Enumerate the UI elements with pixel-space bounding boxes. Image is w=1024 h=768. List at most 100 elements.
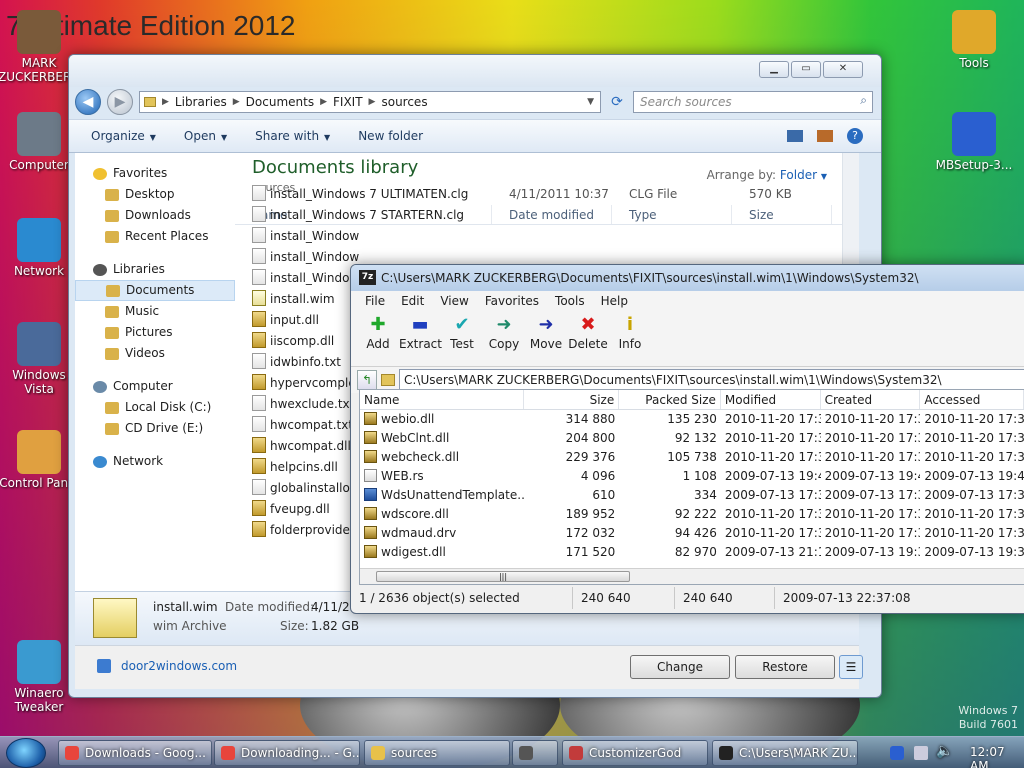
arrange-value[interactable]: Folder	[780, 168, 817, 182]
command-share-with[interactable]: Share with ▼	[255, 129, 330, 143]
menu-tools[interactable]: Tools	[555, 291, 585, 311]
archive-row[interactable]: WdsUnattendTemplate.... 610 334 2009-07-13 …	[360, 486, 1024, 505]
breadcrumb-separator-icon[interactable]: ▶	[162, 97, 169, 107]
menu-button[interactable]: ☰	[839, 655, 863, 679]
breadcrumb-separator-icon[interactable]: ▶	[233, 97, 240, 107]
column-header[interactable]: Packed Size	[619, 390, 721, 409]
nav-group-network[interactable]: Network	[75, 451, 235, 472]
close-button[interactable]: ✕	[823, 61, 863, 78]
forward-button[interactable]: ▶	[107, 89, 133, 115]
restore-button[interactable]: Restore	[735, 655, 835, 679]
nav-group-libraries[interactable]: Libraries	[75, 259, 235, 280]
preview-pane-icon[interactable]	[817, 130, 833, 142]
nav-item[interactable]: Videos	[75, 343, 235, 364]
nav-item[interactable]: Local Disk (C:)	[75, 397, 235, 418]
horizontal-scrollbar[interactable]: |||	[360, 568, 1024, 584]
taskbar-button[interactable]	[512, 740, 558, 766]
7zip-title-bar[interactable]: 7z C:\Users\MARK ZUCKERBERG\Documents\FI…	[351, 265, 1024, 291]
nav-item[interactable]: Pictures	[75, 322, 235, 343]
extract-button[interactable]: ▬ Extract	[399, 311, 442, 366]
menu-help[interactable]: Help	[601, 291, 628, 311]
archive-row[interactable]: wdscore.dll 189 952 92 222 2010-11-20 17:30…	[360, 505, 1024, 524]
nav-group-icon	[93, 455, 107, 468]
nav-item[interactable]: Downloads	[75, 205, 235, 226]
minimize-button[interactable]: ▁	[759, 61, 789, 78]
help-icon[interactable]: ?	[847, 128, 863, 144]
column-header[interactable]: Accessed	[920, 390, 1024, 409]
command-new-folder[interactable]: New folder	[358, 129, 423, 143]
file-row[interactable]: install_Windows 7 STARTERN.clg	[235, 205, 855, 226]
breadcrumb-separator-icon[interactable]: ▶	[320, 97, 327, 107]
test-button[interactable]: ✔ Test	[441, 311, 483, 366]
menu-file[interactable]: File	[365, 291, 385, 311]
breadcrumb-item[interactable]: FIXIT	[333, 95, 363, 109]
column-header[interactable]: Size	[524, 390, 620, 409]
menu-view[interactable]: View	[440, 291, 468, 311]
back-button[interactable]: ◀	[75, 89, 101, 115]
info-button[interactable]: i Info	[609, 311, 651, 366]
command-open[interactable]: Open ▼	[184, 129, 227, 143]
menu-favorites[interactable]: Favorites	[485, 291, 539, 311]
view-options-icon[interactable]	[787, 130, 803, 142]
7zip-path-field[interactable]: C:\Users\MARK ZUCKERBERG\Documents\FIXIT…	[399, 369, 1024, 391]
breadcrumb-item[interactable]: Libraries	[175, 95, 227, 109]
nav-group-computer[interactable]: Computer	[75, 376, 235, 397]
column-header[interactable]: Name	[360, 390, 524, 409]
archive-accessed-cell: 2010-11-20 17:30	[924, 412, 1024, 426]
explorer-title-bar[interactable]: ▁ ▭ ✕	[69, 55, 881, 87]
copy-button[interactable]: ➜ Copy	[483, 311, 525, 366]
windows-watermark: Windows 7 Build 7601	[958, 704, 1018, 732]
clock[interactable]: 12:07 AM	[970, 745, 1024, 768]
taskbar-button[interactable]: C:\Users\MARK ZU...	[712, 740, 858, 766]
volume-icon[interactable]: 🔈	[936, 743, 953, 759]
search-icon[interactable]: ⌕	[860, 93, 867, 108]
up-folder-icon[interactable]: ↰	[357, 370, 377, 390]
chevron-down-icon: ▼	[324, 133, 331, 142]
nav-item[interactable]: Desktop	[75, 184, 235, 205]
archive-row[interactable]: webio.dll314 880135 2302010-11-20 17:302…	[360, 410, 1024, 429]
refresh-icon[interactable]: ⟳	[607, 94, 627, 110]
taskbar-button[interactable]: CustomizerGod	[562, 740, 708, 766]
desktop-icon[interactable]: Tools	[933, 10, 1015, 70]
file-row[interactable]: install_Window	[235, 226, 855, 247]
change-button[interactable]: Change	[630, 655, 730, 679]
footer-link[interactable]: door2windows.com	[121, 659, 237, 673]
chevron-down-icon[interactable]: ▼	[587, 97, 600, 107]
add-button[interactable]: ✚ Add	[357, 311, 399, 366]
menu-edit[interactable]: Edit	[401, 291, 424, 311]
network-tray-icon[interactable]	[914, 746, 928, 760]
arrange-by[interactable]: Arrange by: Folder ▼	[707, 168, 827, 182]
taskbar-button[interactable]: Downloading... - G...	[214, 740, 360, 766]
move-button[interactable]: ➜ Move	[525, 311, 567, 366]
archive-row[interactable]: wdigest.dll 171 520 82 970 2009-07-13 21:16…	[360, 543, 1024, 562]
breadcrumb-item[interactable]: sources	[381, 95, 427, 109]
desktop-icon[interactable]: MBSetup-3...	[933, 112, 1015, 172]
nav-item[interactable]: CD Drive (E:)	[75, 418, 235, 439]
maximize-button[interactable]: ▭	[791, 61, 821, 78]
archive-row[interactable]: WebClnt.dll 204 800 92 132 2010-11-20 17:31…	[360, 429, 1024, 448]
archive-row[interactable]: wdmaud.drv172 03294 4262010-11-20 17:312…	[360, 524, 1024, 543]
breadcrumb-item[interactable]: Documents	[246, 95, 314, 109]
start-button[interactable]	[6, 738, 46, 768]
nav-group-favorites[interactable]: Favorites	[75, 163, 235, 184]
nav-item[interactable]: Documents	[75, 280, 235, 301]
archive-size-cell: 171 520	[565, 545, 616, 559]
archive-row[interactable]: webcheck.dll 229 376 105 738 2010-11-20 17:…	[360, 448, 1024, 467]
nav-item[interactable]: Recent Places	[75, 226, 235, 247]
taskbar-button[interactable]: sources	[364, 740, 510, 766]
malwarebytes-tray-icon[interactable]	[890, 746, 904, 760]
delete-button[interactable]: ✖ Delete	[567, 311, 609, 366]
column-header[interactable]: Created	[821, 390, 921, 409]
file-row[interactable]: install_Windows 7 ULTIMATEN.clg 4/11/2011…	[235, 184, 855, 205]
archive-packed-cell: 1 108	[682, 469, 717, 483]
scrollbar-thumb[interactable]: |||	[376, 571, 630, 582]
address-bar[interactable]: ▶ Libraries ▶ Documents ▶ FIXIT ▶ sources ▼	[139, 91, 601, 113]
taskbar-button[interactable]: Downloads - Goog...	[58, 740, 212, 766]
breadcrumb-separator-icon[interactable]: ▶	[369, 97, 376, 107]
archive-row[interactable]: WEB.rs4 0961 1082009-07-13 19:402009-07-…	[360, 467, 1024, 486]
command-organize[interactable]: Organize ▼	[91, 129, 156, 143]
column-header[interactable]: Modified	[721, 390, 821, 409]
search-input[interactable]: Search sources ⌕	[633, 91, 873, 113]
nav-item[interactable]: Music	[75, 301, 235, 322]
file-date-cell	[492, 226, 612, 247]
